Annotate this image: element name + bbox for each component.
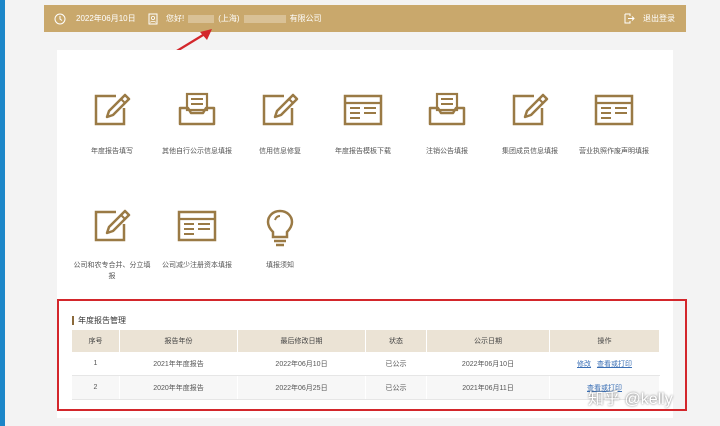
tile-label: 信用信息修复 [259, 148, 301, 155]
section-title: 年度报告管理 [72, 315, 126, 326]
section-title-marker [72, 316, 74, 325]
tile-pencil-doc[interactable]: 信用信息修复 [240, 92, 320, 157]
column-header: 公示日期 [426, 330, 550, 352]
cell-published: 2021年06月11日 [426, 375, 550, 400]
cell-status: 已公示 [365, 352, 427, 376]
logout-label: 退出登录 [643, 14, 675, 23]
column-header: 最后修改日期 [237, 330, 366, 352]
pencil-doc-icon [72, 208, 152, 248]
tile-label: 年度报告模板下载 [335, 148, 391, 155]
inbox-tray-icon [407, 92, 487, 132]
logout-button[interactable]: 退出登录 [624, 5, 675, 32]
pencil-doc-icon [240, 92, 320, 132]
browser-window-icon [574, 92, 654, 132]
company-region: (上海) [218, 14, 240, 23]
redacted-block [243, 14, 286, 23]
cell-year: 2021年年度报告 [119, 352, 238, 376]
cell-modified: 2022年06月10日 [237, 352, 366, 376]
tile-label: 集团成员信息填报 [502, 148, 558, 155]
column-header: 序号 [72, 330, 120, 352]
cell-no: 1 [72, 352, 120, 376]
cell-status: 已公示 [365, 375, 427, 400]
pencil-doc-icon [490, 92, 570, 132]
tile-inbox-tray[interactable]: 其他自行公示信息填报 [157, 92, 237, 157]
tile-browser-window[interactable]: 公司减少注册资本填报 [157, 208, 237, 271]
left-edge-bar [0, 0, 5, 426]
date-display: 2022年06月10日 [54, 5, 136, 32]
redacted-block [188, 14, 215, 23]
section-title-text: 年度报告管理 [78, 316, 126, 325]
tile-label: 注销公告填报 [426, 148, 468, 155]
greeting-text: 您好! [166, 14, 185, 23]
tile-browser-window[interactable]: 营业执照作废声明填报 [574, 92, 654, 157]
table-row: 1 2021年年度报告 2022年06月10日 已公示 2022年06月10日 … [72, 352, 660, 376]
tile-lightbulb[interactable]: 填报须知 [240, 208, 320, 271]
tile-inbox-tray[interactable]: 注销公告填报 [407, 92, 487, 157]
watermark: 知乎 @kelly [588, 391, 673, 408]
user-badge-icon [148, 13, 158, 24]
view-print-link[interactable]: 查看或打印 [597, 361, 632, 368]
tile-label: 填报须知 [266, 262, 294, 269]
column-header: 报告年份 [119, 330, 238, 352]
tile-label: 营业执照作废声明填报 [579, 148, 649, 155]
cell-actions: 修改 查看或打印 [549, 352, 660, 376]
logout-icon [624, 13, 635, 24]
company-suffix: 有限公司 [289, 14, 322, 23]
tile-label: 公司和农专合并、分立填报 [73, 262, 151, 280]
cell-modified: 2022年06月25日 [237, 375, 366, 400]
table-header-row: 序号 报告年份 最后修改日期 状态 公示日期 操作 [72, 330, 660, 352]
clock-icon [54, 13, 66, 24]
tile-label: 其他自行公示信息填报 [162, 148, 232, 155]
cell-no: 2 [72, 375, 120, 400]
lightbulb-icon [240, 208, 320, 248]
column-header: 状态 [365, 330, 427, 352]
tile-label: 年度报告填写 [91, 148, 133, 155]
browser-window-icon [323, 92, 403, 132]
tile-pencil-doc[interactable]: 公司和农专合并、分立填报 [72, 208, 152, 282]
column-header: 操作 [549, 330, 660, 352]
pencil-doc-icon [72, 92, 152, 132]
cell-year: 2020年年度报告 [119, 375, 238, 400]
tile-label: 公司减少注册资本填报 [162, 262, 232, 269]
cell-published: 2022年06月10日 [426, 352, 550, 376]
tile-pencil-doc[interactable]: 年度报告填写 [72, 92, 152, 157]
annual-report-table: 序号 报告年份 最后修改日期 状态 公示日期 操作 1 2021年年度报告 20… [72, 330, 660, 400]
tile-browser-window[interactable]: 年度报告模板下载 [323, 92, 403, 157]
inbox-tray-icon [157, 92, 237, 132]
browser-window-icon [157, 208, 237, 248]
tile-pencil-doc[interactable]: 集团成员信息填报 [490, 92, 570, 157]
table-row: 2 2020年年度报告 2022年06月25日 已公示 2021年06月11日 … [72, 375, 660, 400]
top-header-bar: 2022年06月10日 您好! (上海) 有限公司 退出登录 [44, 5, 686, 32]
date-text: 2022年06月10日 [76, 14, 136, 23]
edit-link[interactable]: 修改 [577, 361, 591, 368]
